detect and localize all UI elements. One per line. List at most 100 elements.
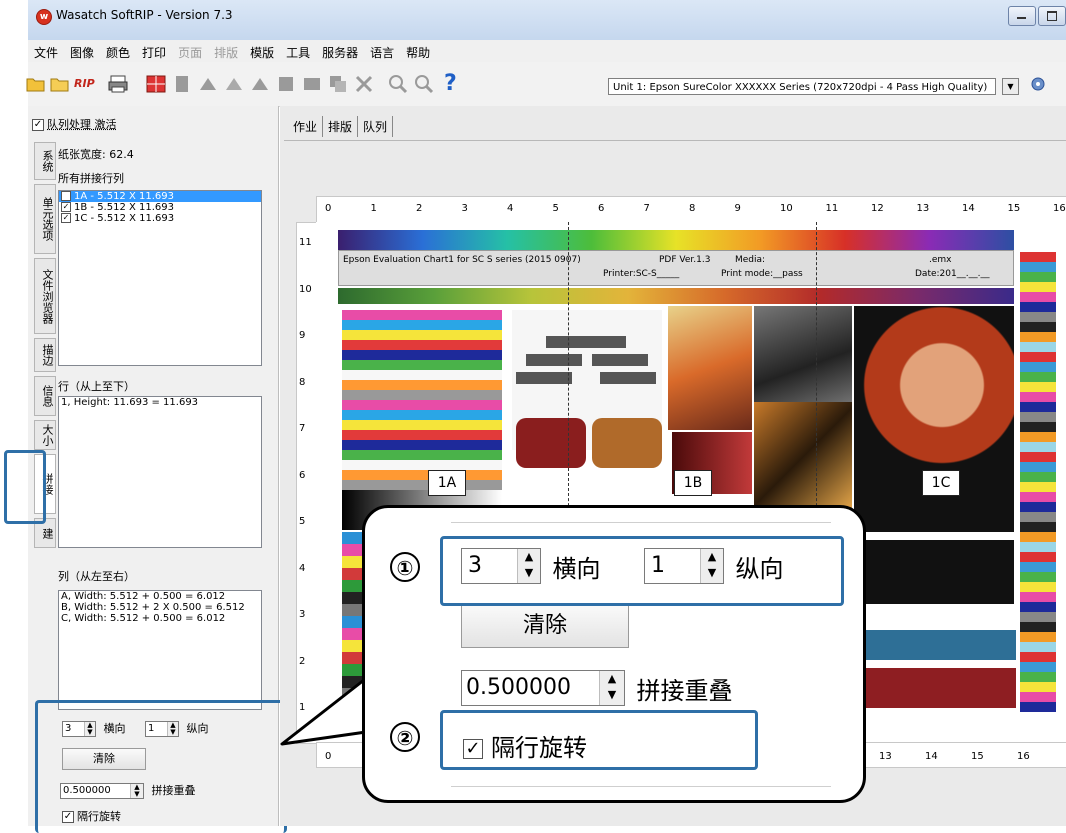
tab-system[interactable]: 系统: [34, 142, 56, 180]
minimize-button[interactable]: [1008, 6, 1036, 26]
tab-2[interactable]: 队列: [358, 116, 393, 137]
list-item[interactable]: ✓ 1C - 5.512 X 11.693: [59, 213, 261, 224]
menu-item[interactable]: 文件: [28, 40, 64, 61]
layout-icon[interactable]: [146, 74, 166, 94]
callout-overlap-value: 0.500000: [466, 675, 571, 700]
marker-1: ①: [390, 552, 420, 582]
maximize-button[interactable]: [1038, 6, 1066, 26]
color-bar: [1020, 252, 1056, 712]
tiles-list[interactable]: ✓ 1A - 5.512 X 11.693 ✓ 1B - 5.512 X 11.693…: [58, 190, 262, 366]
ruler-tick: 12: [871, 203, 884, 214]
stepper-arrows-icon[interactable]: ▲ ▼: [599, 671, 624, 705]
blue-banner: [856, 630, 1016, 660]
flowers-image: [856, 540, 1014, 604]
list-item[interactable]: B, Width: 5.512 + 2 X 0.500 = 6.512: [59, 602, 261, 613]
minimize-icon: [1017, 17, 1026, 19]
ruler-tick: 8: [299, 377, 305, 388]
tab-1[interactable]: 排版: [323, 116, 358, 137]
chart-heading: Epson Evaluation Chart1 for SC S series …: [343, 255, 581, 265]
page-icon: [172, 74, 192, 94]
red-hexagons: [516, 418, 586, 468]
highlight-tiling-tab: [4, 450, 46, 524]
ruler-tick: 7: [299, 423, 305, 434]
ruler-tick: 11: [299, 237, 312, 248]
callout-clear-button[interactable]: 清除: [461, 604, 629, 648]
gear-icon[interactable]: [1030, 76, 1046, 92]
list-item[interactable]: C, Width: 5.512 + 0.500 = 6.012: [59, 613, 261, 624]
paper-width: 纸张宽度: 62.4: [58, 146, 134, 162]
chevron-down-icon[interactable]: ▼: [1002, 78, 1019, 95]
marker-2: ②: [390, 722, 420, 752]
tab-info[interactable]: 信息: [34, 376, 56, 416]
rows-label: 行（从上至下）: [58, 378, 135, 394]
list-item[interactable]: 1, Height: 11.693 = 11.693: [59, 397, 261, 408]
ruler-tick: 13: [917, 203, 930, 214]
menu-item[interactable]: 图像: [64, 40, 100, 61]
tab-unit-options[interactable]: 单元选项: [34, 184, 56, 254]
gradient-bar: [338, 288, 1014, 304]
rows-list[interactable]: 1, Height: 11.693 = 11.693: [58, 396, 262, 548]
highlight-tiles-row: [440, 536, 844, 606]
ruler-tick: 6: [299, 470, 305, 481]
checkbox[interactable]: ✓: [61, 191, 71, 201]
chart-mode: Print mode:__pass: [721, 269, 803, 279]
ruler-tick: 6: [598, 203, 604, 214]
ruler-tick: 14: [925, 751, 938, 762]
ruler-tick: 4: [299, 563, 305, 574]
queue-active-label: 队列处理 激活: [47, 118, 117, 131]
list-item[interactable]: A, Width: 5.512 + 0.500 = 6.012: [59, 591, 261, 602]
ruler-tick: 10: [780, 203, 793, 214]
menu-item[interactable]: 模版: [244, 40, 280, 61]
title-bar: w Wasatch SoftRIP - Version 7.3: [28, 0, 1066, 41]
open-folder-icon[interactable]: [26, 74, 46, 94]
checkbox[interactable]: ✓: [61, 213, 71, 223]
rainbow-bar: [338, 230, 1014, 250]
ruler-tick: 13: [879, 751, 892, 762]
ruler-tick: 16: [1053, 203, 1066, 214]
tile-label: 1C - 5.512 X 11.693: [74, 213, 174, 224]
ruler-tick: 0: [325, 203, 331, 214]
menu-bar: 文件 图像 颜色 打印 页面 排版 模版 工具 服务器 语言 帮助: [28, 40, 1066, 63]
open-folder-icon[interactable]: [50, 74, 70, 94]
callout-overlap-stepper[interactable]: 0.500000 ▲ ▼: [461, 670, 625, 706]
list-item[interactable]: ✓ 1B - 5.512 X 11.693: [59, 202, 261, 213]
top-ruler: 0 1 2 3 4 5 6 7 8 9 10 11 12 13 14 15 16: [316, 196, 1066, 224]
page-icon: [276, 74, 296, 94]
ruler-tick: 3: [299, 609, 305, 620]
ruler-tick: 16: [1017, 751, 1030, 762]
align-icon: [198, 74, 218, 94]
checkbox[interactable]: ✓: [61, 202, 71, 212]
red-banner: [856, 668, 1016, 708]
ruler-tick: 3: [462, 203, 468, 214]
checkbox[interactable]: ✓: [32, 119, 44, 131]
menu-item[interactable]: 帮助: [400, 40, 436, 61]
printer-icon[interactable]: [108, 74, 128, 94]
zoom-out-icon: [414, 74, 434, 94]
ruler-tick: 9: [299, 330, 305, 341]
tab-file-browser[interactable]: 文件浏览器: [34, 258, 56, 334]
ruler-tick: 2: [416, 203, 422, 214]
printer-unit-select[interactable]: Unit 1: Epson SureColor XXXXXX Series (7…: [608, 78, 996, 95]
delete-icon: [354, 74, 374, 94]
rip-button[interactable]: RIP: [74, 74, 102, 94]
callout-overlap-label: 拼接重叠: [637, 677, 733, 705]
menu-item[interactable]: 服务器: [316, 40, 364, 61]
menu-item[interactable]: 打印: [136, 40, 172, 61]
cols-list[interactable]: A, Width: 5.512 + 0.500 = 6.012 B, Width:…: [58, 590, 262, 710]
align-icon: [250, 74, 270, 94]
chart-printer: Printer:SC-S_____: [603, 269, 679, 279]
menu-item[interactable]: 语言: [364, 40, 400, 61]
ruler-tick: 9: [735, 203, 741, 214]
ruler-tick: 10: [299, 284, 312, 295]
menu-item: 排版: [208, 40, 244, 61]
menu-item[interactable]: 工具: [280, 40, 316, 61]
tab-size[interactable]: 大小: [34, 420, 56, 450]
tab-0[interactable]: 作业: [288, 116, 323, 137]
tab-outline[interactable]: 描边: [34, 338, 56, 372]
cols-label: 列（从左至右）: [58, 568, 135, 584]
help-icon[interactable]: ?: [444, 74, 464, 94]
queue-active-checkbox[interactable]: ✓ 队列处理 激活: [32, 116, 117, 132]
list-item[interactable]: ✓ 1A - 5.512 X 11.693: [59, 191, 261, 202]
chart-pdf: PDF Ver.1.3: [659, 255, 710, 265]
menu-item[interactable]: 颜色: [100, 40, 136, 61]
